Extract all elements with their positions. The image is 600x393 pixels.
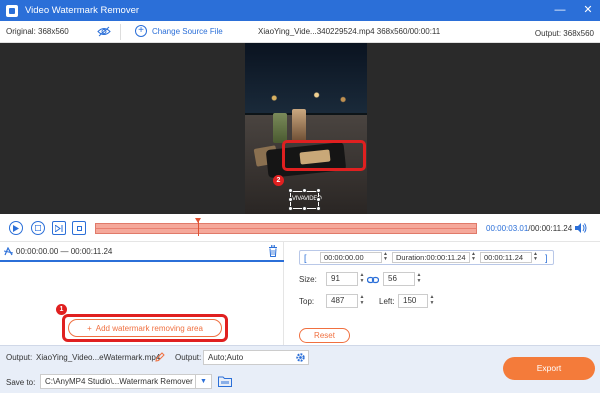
video-preview-area — [0, 43, 600, 214]
set-end-icon[interactable]: ] — [545, 253, 548, 263]
set-start-icon[interactable]: [ — [304, 253, 307, 263]
current-time: 00:00:03.01 — [486, 224, 529, 233]
resize-handle[interactable] — [288, 206, 293, 211]
width-stepper[interactable]: ▲ ▼ — [358, 272, 366, 286]
change-source-button[interactable]: Change Source File — [152, 27, 223, 36]
callout-badge-1: 1 — [56, 304, 67, 315]
plus-icon: + — [87, 323, 92, 333]
timecode: 00:00:03.01/00:00:11.24 — [486, 224, 572, 233]
width-field[interactable]: 91 — [326, 272, 358, 286]
add-watermark-area-button[interactable]: + Add watermark removing area — [68, 319, 222, 337]
segment-panel: 00:00:00.00 — 00:00:11.24 1 + Add waterm… — [0, 242, 284, 345]
total-time: /00:00:11.24 — [528, 224, 573, 233]
play-button[interactable] — [9, 221, 23, 235]
next-frame-button[interactable] — [52, 221, 66, 235]
window-title: Video Watermark Remover — [25, 5, 140, 16]
source-file-info: XiaoYing_Vide...340229524.mp4 368x560/00… — [258, 27, 441, 36]
folder-icon[interactable] — [218, 375, 232, 387]
save-path-value: C:\AnyMP4 Studio\...Watermark Remover — [45, 377, 193, 386]
info-bar: Original: 368x560 + Change Source File X… — [0, 21, 600, 43]
callout-highlight-2 — [282, 140, 366, 171]
reset-button[interactable]: Reset — [299, 328, 350, 343]
callout-badge-2: 2 — [273, 175, 284, 186]
resize-handle[interactable] — [302, 188, 307, 193]
frame-icon — [76, 225, 82, 231]
segment-row[interactable]: 00:00:00.00 — 00:00:11.24 — [0, 242, 284, 262]
end-time-field[interactable]: 00:00:11.24 — [480, 252, 532, 263]
top-label: Top: — [299, 297, 315, 306]
timeline-track[interactable] — [95, 223, 477, 234]
chevron-down-icon[interactable]: ▼ — [195, 375, 211, 388]
start-time-stepper[interactable]: ▲ ▼ — [382, 252, 389, 263]
output-format-label: Output: — [175, 353, 202, 362]
trash-icon[interactable] — [268, 245, 278, 257]
close-icon[interactable]: ✕ — [582, 5, 594, 17]
output-format-select[interactable]: Auto;Auto — [203, 350, 309, 365]
link-icon[interactable] — [367, 275, 379, 285]
app-logo-icon — [6, 4, 18, 17]
playback-controls: 00:00:03.01/00:00:11.24 — [0, 214, 600, 242]
output-filename: XiaoYing_Video...eWatermark.mp4 — [36, 353, 161, 362]
resize-handle[interactable] — [316, 188, 321, 193]
duration-field: Duration:00:00:11.24 — [392, 252, 470, 263]
stop-button[interactable] — [31, 221, 45, 235]
title-bar: Video Watermark Remover — ✕ — [0, 0, 600, 21]
output-resolution: Output: 368x560 — [534, 29, 594, 38]
segment-time-range: 00:00:00.00 — 00:00:11.24 — [16, 247, 113, 256]
top-field[interactable]: 487 — [326, 294, 358, 308]
left-label: Left: — [379, 297, 395, 306]
resize-handle[interactable] — [288, 188, 293, 193]
add-watermark-area-label: Add watermark removing area — [95, 323, 203, 333]
resize-handle[interactable] — [288, 197, 293, 202]
play-icon — [13, 224, 19, 232]
top-stepper[interactable]: ▲ ▼ — [358, 294, 366, 308]
duration-stepper[interactable]: ▲ ▼ — [470, 252, 477, 263]
settings-panel: [ 00:00:00.00 ▲ ▼ Duration:00:00:11.24 ▲ ▼… — [285, 242, 600, 345]
divider — [120, 24, 121, 40]
left-field[interactable]: 150 — [398, 294, 428, 308]
hide-eye-icon[interactable] — [97, 26, 111, 37]
duration-box: [ 00:00:00.00 ▲ ▼ Duration:00:00:11.24 ▲ ▼… — [299, 250, 554, 265]
stop-icon — [35, 225, 41, 231]
volume-icon[interactable] — [575, 223, 587, 233]
height-stepper[interactable]: ▲ ▼ — [415, 272, 423, 286]
resize-handle[interactable] — [316, 206, 321, 211]
edit-pencil-icon[interactable] — [155, 352, 165, 362]
resize-handle[interactable] — [302, 206, 307, 211]
save-path-select[interactable]: C:\AnyMP4 Studio\...Watermark Remover ▼ — [40, 374, 212, 389]
playhead[interactable] — [195, 218, 202, 236]
plus-icon[interactable]: + — [135, 25, 147, 37]
original-resolution: Original: 368x560 — [6, 27, 69, 36]
left-stepper[interactable]: ▲ ▼ — [428, 294, 436, 308]
save-to-label: Save to: — [6, 378, 36, 387]
end-time-stepper[interactable]: ▲ ▼ — [532, 252, 539, 263]
minimize-icon[interactable]: — — [554, 5, 566, 17]
height-field[interactable]: 56 — [383, 272, 415, 286]
gear-icon[interactable] — [295, 352, 306, 363]
output-bar: Output: XiaoYing_Video...eWatermark.mp4 … — [0, 345, 600, 393]
clip-icon — [4, 247, 13, 256]
export-button[interactable]: Export — [503, 357, 595, 380]
resize-handle[interactable] — [316, 197, 321, 202]
next-frame-icon — [55, 224, 63, 232]
size-label: Size: — [299, 275, 317, 284]
output-label: Output: — [6, 353, 33, 362]
fullscreen-button[interactable] — [72, 221, 86, 235]
start-time-field[interactable]: 00:00:00.00 — [320, 252, 382, 263]
